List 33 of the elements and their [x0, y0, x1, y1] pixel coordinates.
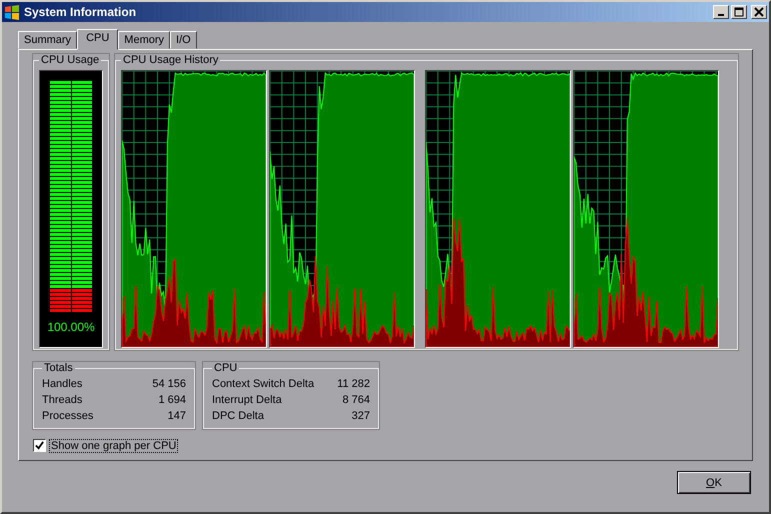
tab[interactable]: I/O: [170, 31, 197, 49]
checkbox[interactable]: [33, 439, 46, 452]
stat-label: Handles: [42, 377, 82, 392]
stat-label: Context Switch Delta: [212, 377, 314, 392]
stat-label: DPC Delta: [212, 409, 264, 424]
group-title: CPU Usage History: [122, 54, 220, 66]
stat-label: Threads: [42, 393, 82, 408]
stat-value: 11 282: [337, 377, 370, 392]
usage-reading: 100.00%: [47, 320, 95, 334]
stat-value: 327: [352, 409, 370, 424]
minimize-button[interactable]: [713, 5, 729, 19]
maximize-icon: [734, 7, 744, 17]
stat-value: 8 764: [342, 393, 370, 408]
stat-label: Interrupt Delta: [212, 393, 282, 408]
stat-label: Processes: [42, 409, 94, 424]
window-title: System Information: [24, 5, 138, 19]
minimize-icon: [718, 14, 724, 16]
tab[interactable]: CPU: [77, 29, 118, 50]
close-icon: [754, 7, 764, 17]
check-icon: [35, 441, 44, 450]
group-title: CPU: [213, 362, 238, 374]
maximize-button[interactable]: [731, 5, 747, 19]
group-title: Totals: [43, 362, 74, 374]
ok-button[interactable]: OK: [677, 471, 751, 494]
close-button[interactable]: [751, 5, 767, 19]
stat-value: 54 156: [152, 377, 186, 392]
group-title: CPU Usage: [40, 54, 100, 66]
windows-flag-icon: [4, 4, 20, 20]
checkbox-label: Show one graph per CPU: [50, 440, 178, 452]
tab[interactable]: Memory: [118, 31, 170, 49]
stat-value: 147: [168, 409, 186, 424]
tab[interactable]: Summary: [18, 31, 78, 49]
stat-value: 1 694: [158, 393, 186, 408]
